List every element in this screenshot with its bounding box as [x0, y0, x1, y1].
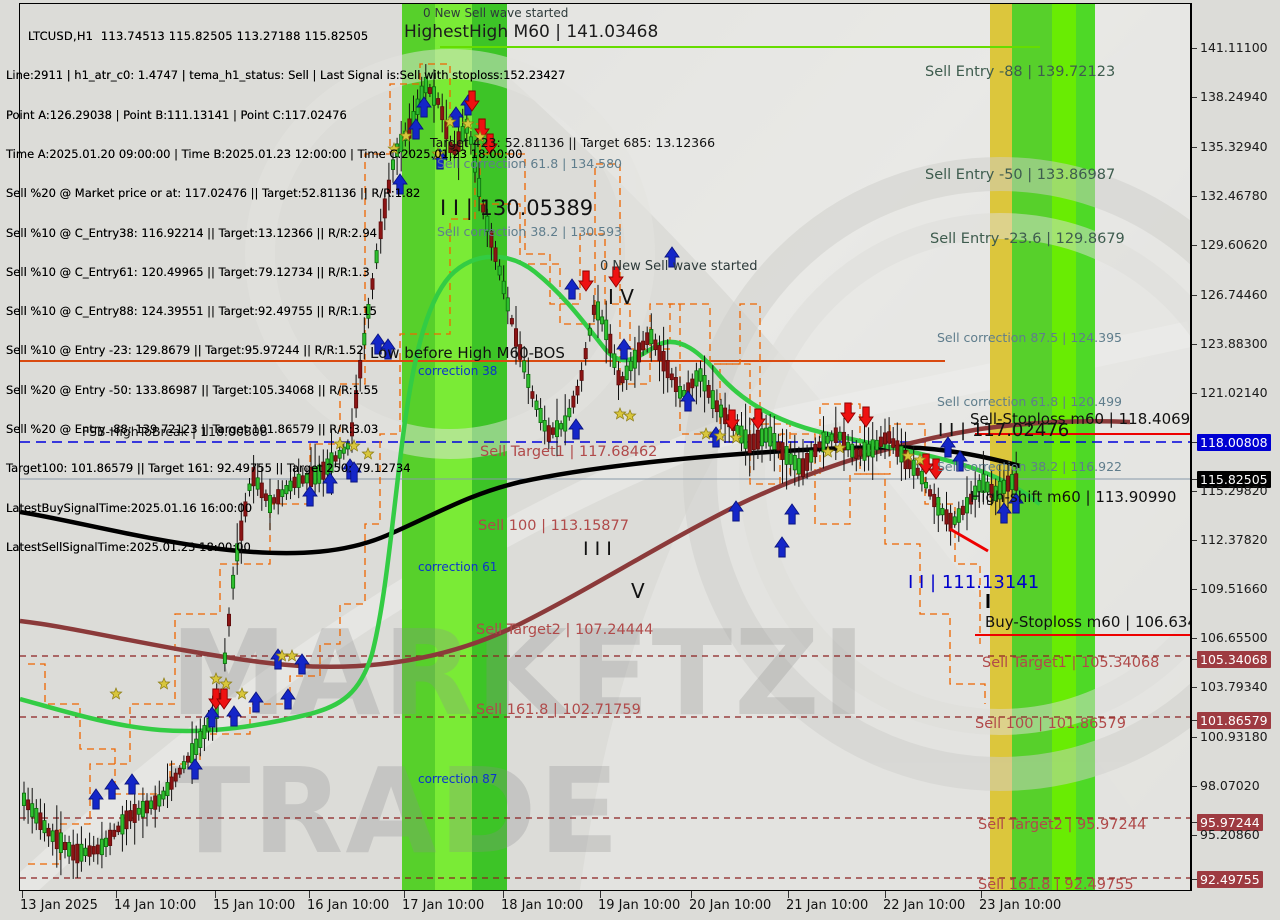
price-label: 135.32940: [1200, 139, 1268, 154]
time-tick: [981, 891, 982, 898]
time-tick: [503, 891, 504, 898]
wave-IV-label: I V: [608, 285, 634, 309]
info-line-9: Sell %20 @ Entry -50: 133.86987 || Targe…: [6, 382, 379, 397]
info-line-11: Target100: 101.86579 || Target 161: 92.4…: [6, 461, 411, 476]
targets-overlay: Target 423: 52.81136 || Target 685: 13.1…: [430, 135, 716, 150]
high-shift-m60-label: High-shift m60 | 113.90990: [970, 488, 1177, 506]
time-tick: [691, 891, 692, 898]
sell-target1-105-label: Sell Target1 | 105.34068: [982, 655, 1160, 671]
price-tick: [1192, 147, 1197, 148]
price-label: 126.74460: [1200, 287, 1268, 302]
price-label: 103.79340: [1200, 679, 1268, 694]
price-tick: [1192, 97, 1197, 98]
info-line-1: Line:2911 | h1_atr_c0: 1.4747 | tema_h1_…: [6, 68, 566, 83]
time-label: 17 Jan 10:00: [402, 898, 485, 913]
wave-III-label: I I I: [583, 538, 612, 560]
wave-label-B-price-label: I I | 111.13141: [908, 572, 1040, 593]
price-label: 121.02140: [1200, 385, 1268, 400]
info-line-4: Sell %20 @ Market price or at: 117.02476…: [6, 186, 421, 201]
price-label: 132.46780: [1200, 188, 1268, 203]
time-tick: [404, 891, 405, 898]
time-label: 18 Jan 10:00: [501, 898, 584, 913]
sell-entry-50-label: Sell Entry -50 | 133.86987: [925, 167, 1116, 183]
price-tick: [1192, 295, 1197, 296]
sell-target2-95-label: Sell Target2 | 95.97244: [978, 817, 1147, 833]
time-label: 19 Jan 10:00: [598, 898, 681, 913]
price-tick: [1192, 393, 1197, 394]
price-tick: [1192, 245, 1197, 246]
sell-correction-382-116-label: Sell correction 38.2 | 116.922: [937, 459, 1123, 474]
time-tick: [116, 891, 117, 898]
time-label: 20 Jan 10:00: [689, 898, 772, 913]
info-line-13: LatestSellSignalTime:2025.01.23 18:00:00: [6, 539, 251, 554]
price-tick: [1192, 344, 1197, 345]
new-sell-wave-header: 0 New Sell wave started: [423, 6, 569, 20]
buy-stoploss-m60-label: Buy-Stoploss m60 | 106.63434: [985, 613, 1190, 631]
info-line-7: Sell %10 @ C_Entry88: 124.39551 || Targe…: [6, 304, 377, 319]
sell-correction-618-120-label: Sell correction 61.8 | 120.499: [937, 394, 1123, 409]
price-label: 106.65500: [1200, 630, 1268, 645]
price-label: 129.60620: [1200, 237, 1268, 252]
sell-1618-102-label: Sell 161.8 | 102.71759: [476, 702, 641, 718]
price-tick: [1192, 687, 1197, 688]
price-tick: [1192, 196, 1197, 197]
sell-correction-875-124-label: Sell correction 87.5 | 124.395: [937, 330, 1123, 345]
info-line-10: Sell %20 @ Entry -88: 139.72123 || Targe…: [6, 422, 379, 436]
price-tick: [1192, 737, 1197, 738]
time-label: 21 Jan 10:00: [786, 898, 869, 913]
price-label: 100.93180: [1200, 729, 1268, 744]
price-label-maroon: 105.34068: [1197, 651, 1271, 668]
price-tick: [1192, 589, 1197, 590]
time-label: 16 Jan 10:00: [307, 898, 390, 913]
price-label: 115.29820: [1200, 483, 1268, 498]
price-tick: [1192, 540, 1197, 541]
indicator-info-panel: LTCUSD,H1 113.74513 115.82505 113.27188 …: [6, 4, 565, 580]
sell-entry-236-label: Sell Entry -23.6 | 129.8679: [930, 231, 1125, 247]
price-tick: [1192, 638, 1197, 639]
info-line-8: Sell %10 @ Entry -23: 129.8679 || Target…: [6, 343, 364, 358]
correction-87-label: correction 87: [418, 772, 498, 786]
info-line-2: Point A:126.29038 | Point B:111.13141 | …: [6, 107, 347, 122]
price-label-blue: 118.00808: [1197, 434, 1271, 451]
price-label: 109.51660: [1200, 581, 1268, 596]
price-label-maroon: 101.86579: [1197, 712, 1271, 729]
time-label: 15 Jan 10:00: [213, 898, 296, 913]
new-sell-wave-label: 0 New Sell wave started: [600, 259, 758, 274]
price-tick: [1192, 786, 1197, 787]
sell-entry-88-label: Sell Entry -88 | 139.72123: [925, 64, 1116, 80]
price-tick: [1192, 835, 1197, 836]
time-tick: [309, 891, 310, 898]
info-line-12: LatestBuySignalTime:2025.01.16 16:00:00: [6, 500, 253, 515]
price-label: 98.07020: [1200, 778, 1260, 793]
price-label: 141.11100: [1200, 40, 1268, 55]
price-label: 138.24940: [1200, 89, 1268, 104]
time-tick: [22, 891, 23, 898]
symbol-quote-line: LTCUSD,H1 113.74513 115.82505 113.27188 …: [28, 29, 369, 44]
sell-1618-92-label: Sell 161.8 | 92.49755: [978, 877, 1134, 890]
info-line-5: Sell %10 @ C_Entry38: 116.92214 || Targe…: [6, 225, 377, 240]
time-tick: [885, 891, 886, 898]
time-tick: [215, 891, 216, 898]
sell-100-101-label: Sell 100 | 101.86579: [975, 716, 1126, 732]
price-tick: [1192, 491, 1197, 492]
price-label-maroon: 92.49755: [1197, 871, 1263, 888]
time-tick: [600, 891, 601, 898]
price-axis-border[interactable]: [1190, 4, 1192, 890]
time-label: 13 Jan 2025: [20, 898, 98, 913]
sell-target2-107-label: Sell Target2 | 107.24444: [476, 622, 654, 638]
time-label: 22 Jan 10:00: [883, 898, 966, 913]
price-label: 95.20860: [1200, 827, 1260, 842]
time-tick: [788, 891, 789, 898]
time-label: 14 Jan 10:00: [114, 898, 197, 913]
time-label: 23 Jan 10:00: [979, 898, 1062, 913]
info-line-6: Sell %10 @ C_Entry61: 120.49965 || Targe…: [6, 264, 370, 279]
wave-label-I-price-label: I I | 117.02476: [938, 420, 1070, 441]
price-label: 123.88300: [1200, 336, 1268, 351]
wave-V-label: V: [631, 579, 645, 603]
price-tick: [1192, 48, 1197, 49]
price-label: 112.37820: [1200, 532, 1268, 547]
